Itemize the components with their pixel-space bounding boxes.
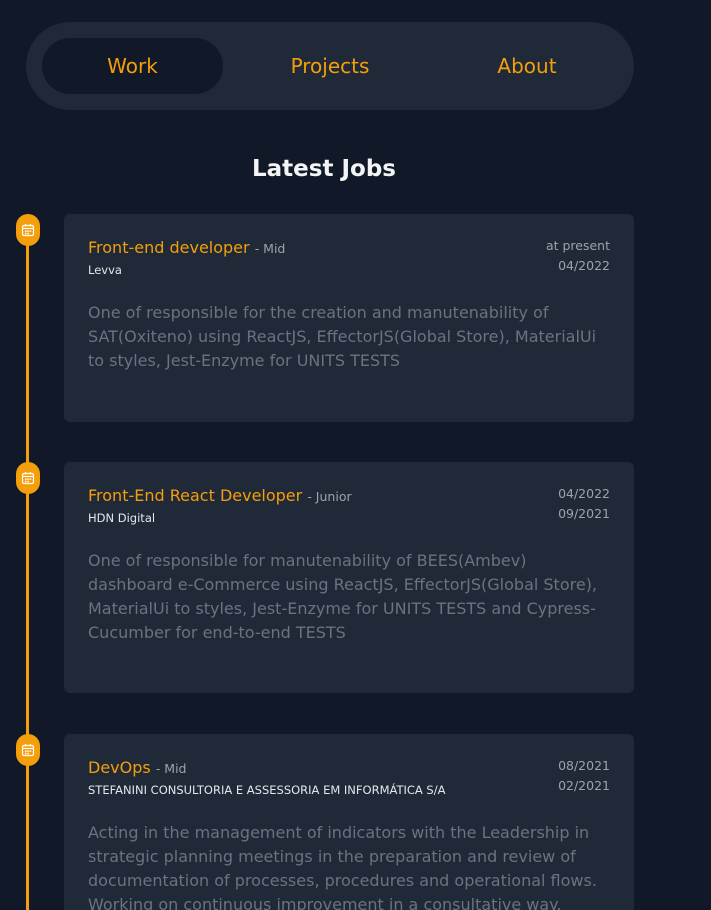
date-start: 09/2021 [558,506,610,521]
date-start: 02/2021 [558,778,610,793]
company-name: Levva [88,263,122,277]
job-title: Front-end developer [88,238,250,257]
job-header: Front-End React Developer - Junior HDN D… [88,486,610,525]
company-name: STEFANINI CONSULTORIA E ASSESSORIA EM IN… [88,783,446,797]
job-description: One of responsible for the creation and … [88,303,597,370]
tab-work[interactable]: Work [42,38,223,94]
calendar-icon [16,462,40,494]
job-title: DevOps [88,758,151,777]
job-card: DevOps - Mid STEFANINI CONSULTORIA E ASS… [64,734,634,910]
job-description: Acting in the management of indicators w… [88,823,597,910]
job-header: Front-end developer - Mid Levva [88,238,610,277]
job-card: Front-end developer - Mid Levva at prese… [64,214,634,422]
calendar-icon [16,734,40,766]
job-level: - Mid [155,761,187,776]
job-dates: at present 04/2022 [546,236,610,276]
tab-projects[interactable]: Projects [234,38,426,94]
timeline-line [26,230,29,910]
date-end: at present [545,238,610,253]
date-start: 04/2022 [558,258,610,273]
job-header: DevOps - Mid STEFANINI CONSULTORIA E ASS… [88,758,610,797]
calendar-icon [16,214,40,246]
job-dates: 04/2022 09/2021 [558,484,610,524]
job-title: Front-End React Developer [88,486,303,505]
section-title: Latest Jobs [252,156,396,182]
job-dates: 08/2021 02/2021 [558,756,610,796]
page: Work Projects About Latest Jobs Front-en… [0,0,711,910]
company-name: HDN Digital [88,511,156,525]
tab-about[interactable]: About [431,38,623,94]
nav-bar: Work Projects About [26,22,634,110]
job-card: Front-End React Developer - Junior HDN D… [64,462,634,693]
job-description: One of responsible for manutenability of… [88,551,598,642]
date-end: 08/2021 [558,758,610,773]
date-end: 04/2022 [558,486,610,501]
job-level: - Junior [307,489,352,504]
job-level: - Mid [254,241,286,256]
